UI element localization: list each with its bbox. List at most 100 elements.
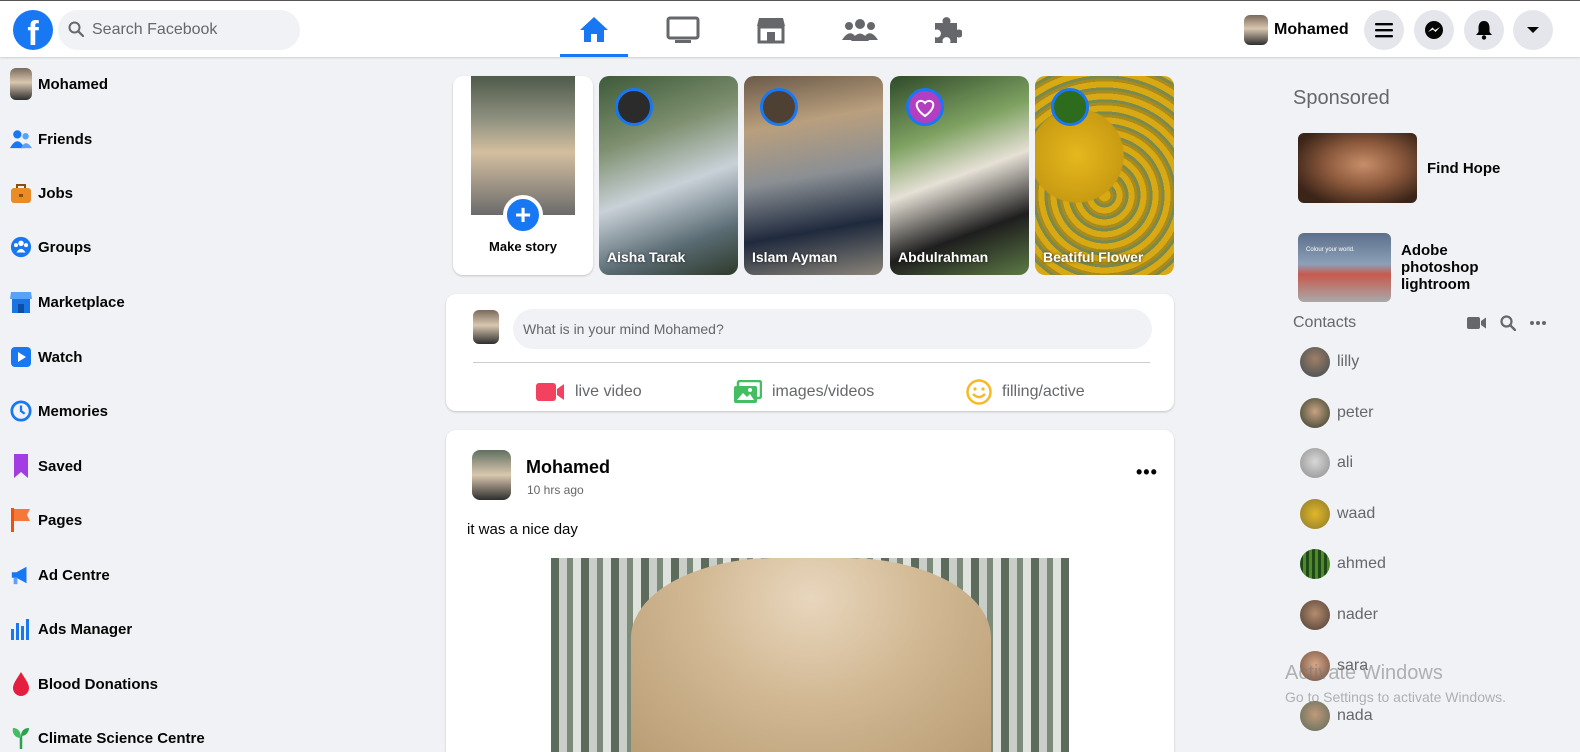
story-card[interactable]: Abdulrahman	[890, 76, 1029, 275]
heart-icon	[915, 99, 935, 118]
messenger-icon	[1425, 21, 1443, 39]
search-input[interactable]	[92, 10, 292, 50]
sidebar-item-climate-science[interactable]: Climate Science Centre	[10, 720, 205, 752]
story-card[interactable]: Aisha Tarak	[599, 76, 738, 275]
feeling-activity-button[interactable]: filling/active	[966, 376, 1085, 408]
watermark-title: Activate Windows	[1285, 662, 1443, 684]
make-story-card[interactable]: + Make story	[453, 76, 593, 275]
contact-item[interactable]: nader	[1300, 599, 1378, 631]
sidebar-item-ads-manager[interactable]: Ads Manager	[10, 611, 132, 647]
notifications-button[interactable]	[1464, 10, 1504, 50]
smiley-icon	[966, 379, 992, 405]
contact-item[interactable]: lilly	[1300, 346, 1359, 378]
home-icon	[580, 16, 608, 42]
post-photo-subject	[631, 558, 991, 752]
sidebar-item-marketplace[interactable]: Marketplace	[10, 284, 125, 320]
marketplace-icon	[757, 18, 785, 44]
contact-item[interactable]: peter	[1300, 397, 1373, 429]
sidebar-item-label: Ads Manager	[38, 620, 133, 638]
story-author: Beatiful Flower	[1043, 249, 1144, 265]
make-story-label: Make story	[489, 239, 557, 254]
menu-button[interactable]	[1364, 10, 1404, 50]
story-avatar	[760, 88, 798, 126]
bar-chart-icon	[11, 619, 29, 640]
feed-post: Mohamed 10 hrs ago ••• it was a nice day	[446, 430, 1174, 752]
post-image[interactable]	[551, 558, 1069, 752]
sidebar-item-pages[interactable]: Pages	[10, 502, 82, 538]
tab-marketplace[interactable]	[737, 3, 805, 57]
sponsored-ad[interactable]: Colour your world. Adobe photoshop light…	[1298, 233, 1521, 302]
photo-icon	[734, 380, 762, 403]
windows-activation-watermark: Activate Windows Go to Settings to activ…	[1285, 662, 1506, 705]
account-dropdown-button[interactable]	[1513, 10, 1553, 50]
action-label: filling/active	[1002, 383, 1085, 400]
sidebar-item-jobs[interactable]: Jobs	[10, 175, 73, 211]
story-author: Aisha Tarak	[607, 249, 686, 265]
sidebar-item-label: Marketplace	[38, 293, 125, 311]
contact-item[interactable]: ahmed	[1300, 548, 1386, 580]
profile-chip[interactable]: Mohamed	[1244, 12, 1349, 48]
video-camera-icon	[536, 383, 564, 401]
composer-input[interactable]	[513, 309, 1152, 349]
sidebar-item-label: Watch	[38, 348, 83, 366]
story-card[interactable]: Beatiful Flower	[1035, 76, 1174, 275]
contact-avatar	[1300, 701, 1330, 731]
contact-name: peter	[1337, 404, 1374, 421]
search-icon[interactable]	[1500, 315, 1516, 331]
sidebar-item-label: Memories	[38, 402, 109, 420]
live-video-button[interactable]: live video	[536, 376, 642, 408]
contact-name: ali	[1337, 454, 1354, 471]
sidebar-item-memories[interactable]: Memories	[10, 393, 108, 429]
divider	[473, 362, 1150, 363]
action-label: images/videos	[772, 383, 875, 400]
video-call-icon[interactable]	[1467, 316, 1487, 330]
sidebar-item-profile[interactable]: Mohamed	[10, 66, 108, 102]
messenger-button[interactable]	[1414, 10, 1454, 50]
post-more-button[interactable]: •••	[1136, 462, 1158, 483]
more-options-icon[interactable]	[1529, 320, 1547, 326]
story-card[interactable]: Islam Ayman	[744, 76, 883, 275]
briefcase-icon	[11, 184, 31, 203]
facebook-logo[interactable]: f	[13, 10, 53, 50]
clock-icon	[10, 400, 32, 422]
chevron-down-icon	[1527, 27, 1539, 33]
friends-icon	[10, 130, 32, 149]
search-box[interactable]	[58, 10, 300, 50]
profile-name: Mohamed	[1274, 21, 1349, 38]
sponsored-ad[interactable]: Find Hope	[1298, 133, 1547, 203]
puzzle-icon	[935, 17, 962, 43]
story-avatar	[1051, 88, 1089, 126]
post-author[interactable]: Mohamed	[526, 457, 610, 478]
sidebar-item-groups[interactable]: Groups	[10, 229, 91, 265]
contact-name: waad	[1337, 505, 1376, 522]
sidebar-item-blood-donations[interactable]: Blood Donations	[10, 666, 158, 702]
contact-item[interactable]: waad	[1300, 498, 1375, 530]
sidebar-item-friends[interactable]: Friends	[10, 121, 92, 157]
sidebar-item-ad-centre[interactable]: Ad Centre	[10, 557, 110, 593]
tab-gaming[interactable]	[913, 3, 981, 57]
post-timestamp[interactable]: 10 hrs ago	[527, 483, 584, 497]
menu-icon	[1375, 23, 1393, 38]
avatar	[1244, 15, 1268, 45]
tab-groups[interactable]	[826, 3, 894, 57]
ad-title: Adobe photoshop lightroom	[1401, 242, 1479, 293]
sidebar-item-label: Friends	[38, 130, 93, 148]
ad-title: Find Hope	[1427, 159, 1501, 177]
avatar	[473, 310, 499, 344]
sidebar-item-saved[interactable]: Saved	[10, 448, 82, 484]
sidebar-item-label: Jobs	[38, 184, 74, 202]
sidebar-item-watch[interactable]: Watch	[10, 339, 82, 375]
author-avatar[interactable]	[472, 450, 511, 500]
photo-video-button[interactable]: images/videos	[734, 376, 874, 408]
contact-name: nader	[1337, 606, 1378, 623]
post-text: it was a nice day	[467, 521, 578, 538]
groups-icon	[842, 19, 878, 41]
add-story-button[interactable]: +	[503, 195, 543, 235]
story-avatar	[615, 88, 653, 126]
tab-watch[interactable]	[649, 3, 717, 57]
action-label: live video	[575, 383, 642, 400]
contact-item[interactable]: ali	[1300, 447, 1353, 479]
tab-home[interactable]	[560, 3, 628, 57]
sidebar-item-label: Climate Science Centre	[38, 729, 205, 747]
story-author: Abdulrahman	[898, 249, 989, 265]
